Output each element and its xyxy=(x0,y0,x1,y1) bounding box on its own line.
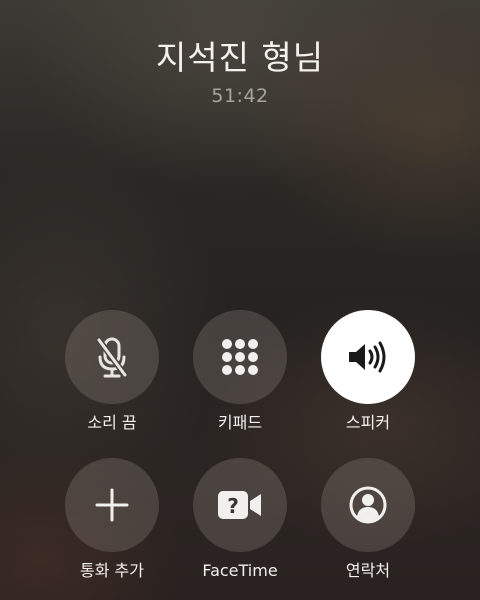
contacts-control: 연락처 xyxy=(298,458,438,581)
call-timer: 51:42 xyxy=(211,85,269,107)
speaker-control: 스피커 xyxy=(298,310,438,433)
caller-name: 지석진 형님 xyxy=(155,38,325,77)
add-call-button[interactable] xyxy=(65,458,159,552)
call-header: 지석진 형님 51:42 xyxy=(0,36,480,108)
add-call-label: 통화 추가 xyxy=(80,561,144,580)
keypad-icon xyxy=(220,337,260,377)
plus-icon xyxy=(95,488,129,522)
mute-label: 소리 끔 xyxy=(87,413,137,432)
mute-control: 소리 끔 xyxy=(42,310,182,433)
speaker-icon xyxy=(346,340,390,374)
facetime-control: ? FaceTime xyxy=(170,458,310,581)
facetime-label: FaceTime xyxy=(202,561,278,580)
facetime-icon: ? xyxy=(216,488,264,522)
keypad-control: 키패드 xyxy=(170,310,310,433)
contacts-label: 연락처 xyxy=(345,561,391,580)
facetime-button[interactable]: ? xyxy=(193,458,287,552)
contact-icon xyxy=(348,485,388,525)
contacts-button[interactable] xyxy=(321,458,415,552)
add-call-control: 통화 추가 xyxy=(42,458,182,581)
mic-slash-icon xyxy=(92,335,132,379)
keypad-button[interactable] xyxy=(193,310,287,404)
mute-button[interactable] xyxy=(65,310,159,404)
svg-text:?: ? xyxy=(227,494,239,518)
speaker-label: 스피커 xyxy=(345,413,391,432)
keypad-label: 키패드 xyxy=(217,413,263,432)
speaker-button[interactable] xyxy=(321,310,415,404)
